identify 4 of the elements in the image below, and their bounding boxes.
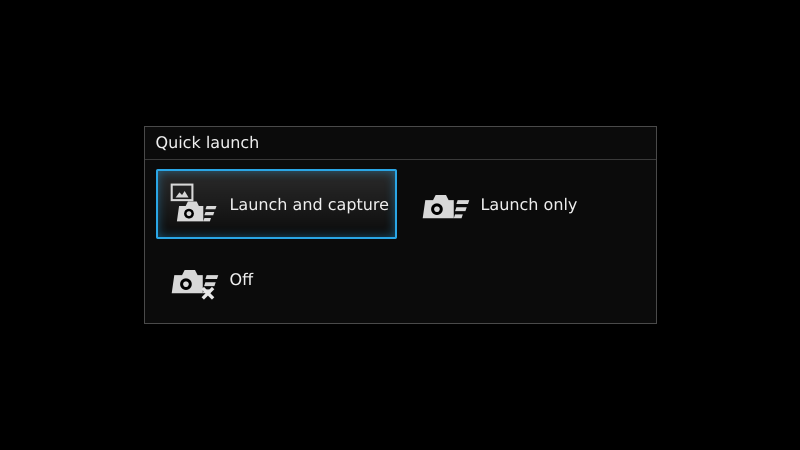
option-button[interactable]: Launch only xyxy=(406,169,648,239)
dialog-title: Quick launch xyxy=(144,127,656,160)
option-button[interactable]: Launch and capture xyxy=(156,169,396,239)
option-button[interactable]: Off xyxy=(156,244,396,314)
